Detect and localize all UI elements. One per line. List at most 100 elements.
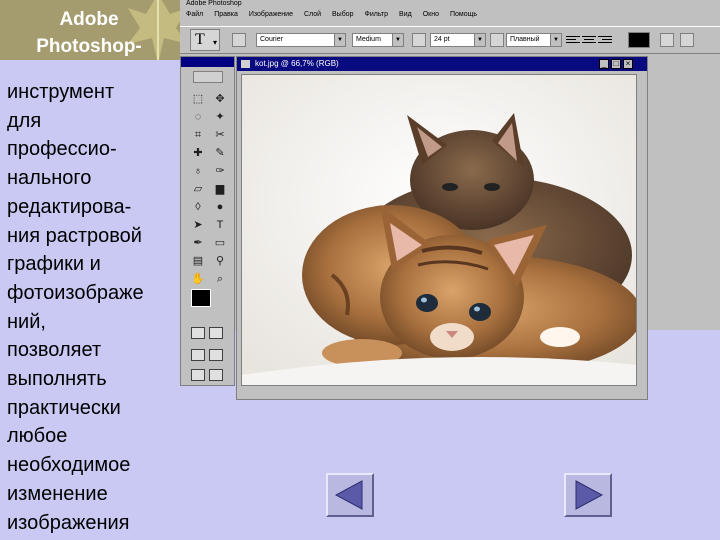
type-tool-preset[interactable]: T ▾ (190, 29, 220, 51)
chevron-down-icon: ▼ (474, 33, 486, 47)
clone-stamp-icon[interactable]: ♁ (188, 163, 208, 179)
triangle-right-icon (575, 480, 604, 510)
menu-window[interactable]: Окно (423, 11, 439, 18)
slide-title: Adobe Photoshop- (0, 6, 178, 60)
notes-tool-icon[interactable]: ▤ (188, 253, 208, 269)
description-line: нального (7, 167, 92, 190)
menu-image[interactable]: Изображение (249, 11, 293, 18)
previous-slide-button[interactable] (326, 473, 374, 517)
dodge-tool-icon[interactable]: ● (210, 199, 230, 215)
description-line: выполнять (7, 368, 107, 391)
font-size-select[interactable]: 24 pt ▼ (430, 33, 486, 47)
quick-mask-buttons[interactable] (191, 327, 227, 341)
description-line: инструмент (7, 81, 115, 103)
font-size-icon (412, 33, 426, 47)
brush-tool-icon[interactable]: ✎ (210, 145, 230, 161)
type-tool-icon[interactable]: T (210, 217, 230, 233)
description-line: любое (7, 425, 68, 448)
description-line: ния растровой (7, 224, 142, 247)
app-title: Adobe Photoshop (186, 0, 242, 7)
slide-description: инструмент для профессио- нального редак… (7, 78, 179, 537)
palettes-icon[interactable] (680, 33, 694, 47)
toolbox: ⬚ ✥ ◌ ✦ ⌗ ✂ ✚ ✎ ♁ ✑ ▱ ▆ ◊ ● ➤ T ✒ ▭ ▤ ⚲ … (180, 56, 235, 386)
tool-grid: ⬚ ✥ ◌ ✦ ⌗ ✂ ✚ ✎ ♁ ✑ ▱ ▆ ◊ ● ➤ T ✒ ▭ ▤ ⚲ … (188, 91, 230, 287)
document-titlebar[interactable]: kot.jpg @ 66,7% (RGB) _ □ × (237, 57, 647, 71)
description-line: практически (7, 396, 121, 419)
history-brush-icon[interactable]: ✑ (210, 163, 230, 179)
font-family-select[interactable]: Courier ▼ (256, 33, 346, 47)
lasso-tool-icon[interactable]: ◌ (188, 109, 208, 125)
healing-brush-icon[interactable]: ✚ (188, 145, 208, 161)
gradient-tool-icon[interactable]: ▆ (210, 181, 230, 197)
menu-layer[interactable]: Слой (304, 11, 321, 18)
document-title: kot.jpg @ 66,7% (RGB) (255, 59, 339, 68)
menu-bar: Adobe Photoshop Файл Правка Изображение … (180, 0, 720, 26)
triangle-left-icon (334, 480, 363, 510)
type-tool-icon: T (195, 31, 205, 48)
shape-tool-icon[interactable]: ▭ (210, 235, 230, 251)
document-canvas[interactable] (241, 74, 637, 386)
description-line: для (7, 109, 42, 132)
description-line: редактирова- (7, 195, 132, 218)
menu-help[interactable]: Помощь (450, 11, 477, 18)
description-line: профессио- (7, 138, 117, 161)
menu-items: Файл Правка Изображение Слой Выбор Фильт… (186, 11, 477, 18)
crop-tool-icon[interactable]: ⌗ (188, 127, 208, 143)
menu-select[interactable]: Выбор (332, 11, 354, 18)
magic-wand-tool-icon[interactable]: ✦ (210, 109, 230, 125)
title-line-2: Photoshop- (36, 36, 142, 57)
toolbox-titlebar (181, 57, 234, 67)
font-style-value: Medium (356, 36, 381, 43)
slice-tool-icon[interactable]: ✂ (210, 127, 230, 143)
kittens-photo (242, 75, 636, 385)
text-color-swatch[interactable] (628, 32, 650, 48)
antialias-icon (490, 33, 504, 47)
path-select-icon[interactable]: ➤ (188, 217, 208, 233)
align-right-icon[interactable] (598, 36, 612, 46)
eyedropper-tool-icon[interactable]: ⚲ (210, 253, 230, 269)
next-slide-button[interactable] (564, 473, 612, 517)
menu-filter[interactable]: Фильтр (365, 11, 389, 18)
chevron-down-icon: ▼ (392, 33, 404, 47)
menu-file[interactable]: Файл (186, 11, 203, 18)
eraser-tool-icon[interactable]: ▱ (188, 181, 208, 197)
font-family-value: Courier (260, 36, 283, 43)
jump-to-button[interactable] (191, 369, 227, 383)
warp-text-icon[interactable] (660, 33, 674, 47)
move-tool-icon[interactable]: ✥ (210, 91, 230, 107)
document-icon (241, 60, 250, 68)
menu-view[interactable]: Вид (399, 11, 412, 18)
pen-tool-icon[interactable]: ✒ (188, 235, 208, 251)
align-center-icon[interactable] (582, 36, 596, 46)
close-icon[interactable]: × (623, 59, 633, 69)
chevron-down-icon: ▾ (212, 38, 217, 47)
chevron-down-icon: ▼ (334, 33, 346, 47)
description-line: графики и (7, 253, 101, 276)
description-line: необходимое (7, 454, 131, 477)
orientation-icon[interactable] (232, 33, 246, 47)
menu-edit[interactable]: Правка (214, 11, 238, 18)
description-line: фотоизображе (7, 281, 144, 304)
hand-tool-icon[interactable]: ✋ (188, 271, 208, 287)
font-size-value: 24 pt (434, 36, 450, 43)
zoom-tool-icon[interactable]: ⌕ (210, 271, 230, 287)
minimize-icon[interactable]: _ (599, 59, 609, 69)
document-window: kot.jpg @ 66,7% (RGB) _ □ × (236, 56, 648, 400)
maximize-icon[interactable]: □ (611, 59, 621, 69)
title-line-1: Adobe (59, 9, 119, 30)
marquee-tool-icon[interactable]: ⬚ (188, 91, 208, 107)
chevron-down-icon: ▼ (550, 33, 562, 47)
antialias-select[interactable]: Плавный ▼ (506, 33, 562, 47)
screen-mode-buttons[interactable] (191, 349, 227, 363)
feather-logo-icon (193, 71, 223, 83)
description-line: изображения (7, 511, 130, 534)
description-line: изменение (7, 482, 108, 505)
foreground-color[interactable] (191, 289, 211, 307)
font-style-select[interactable]: Medium ▼ (352, 33, 404, 47)
description-line: позволяет (7, 339, 102, 362)
antialias-value: Плавный (510, 36, 540, 43)
slide-sidebar: Adobe Photoshop- инструмент для професси… (0, 0, 180, 540)
color-swatches[interactable] (191, 289, 225, 319)
blur-tool-icon[interactable]: ◊ (188, 199, 208, 215)
align-left-icon[interactable] (566, 36, 580, 46)
